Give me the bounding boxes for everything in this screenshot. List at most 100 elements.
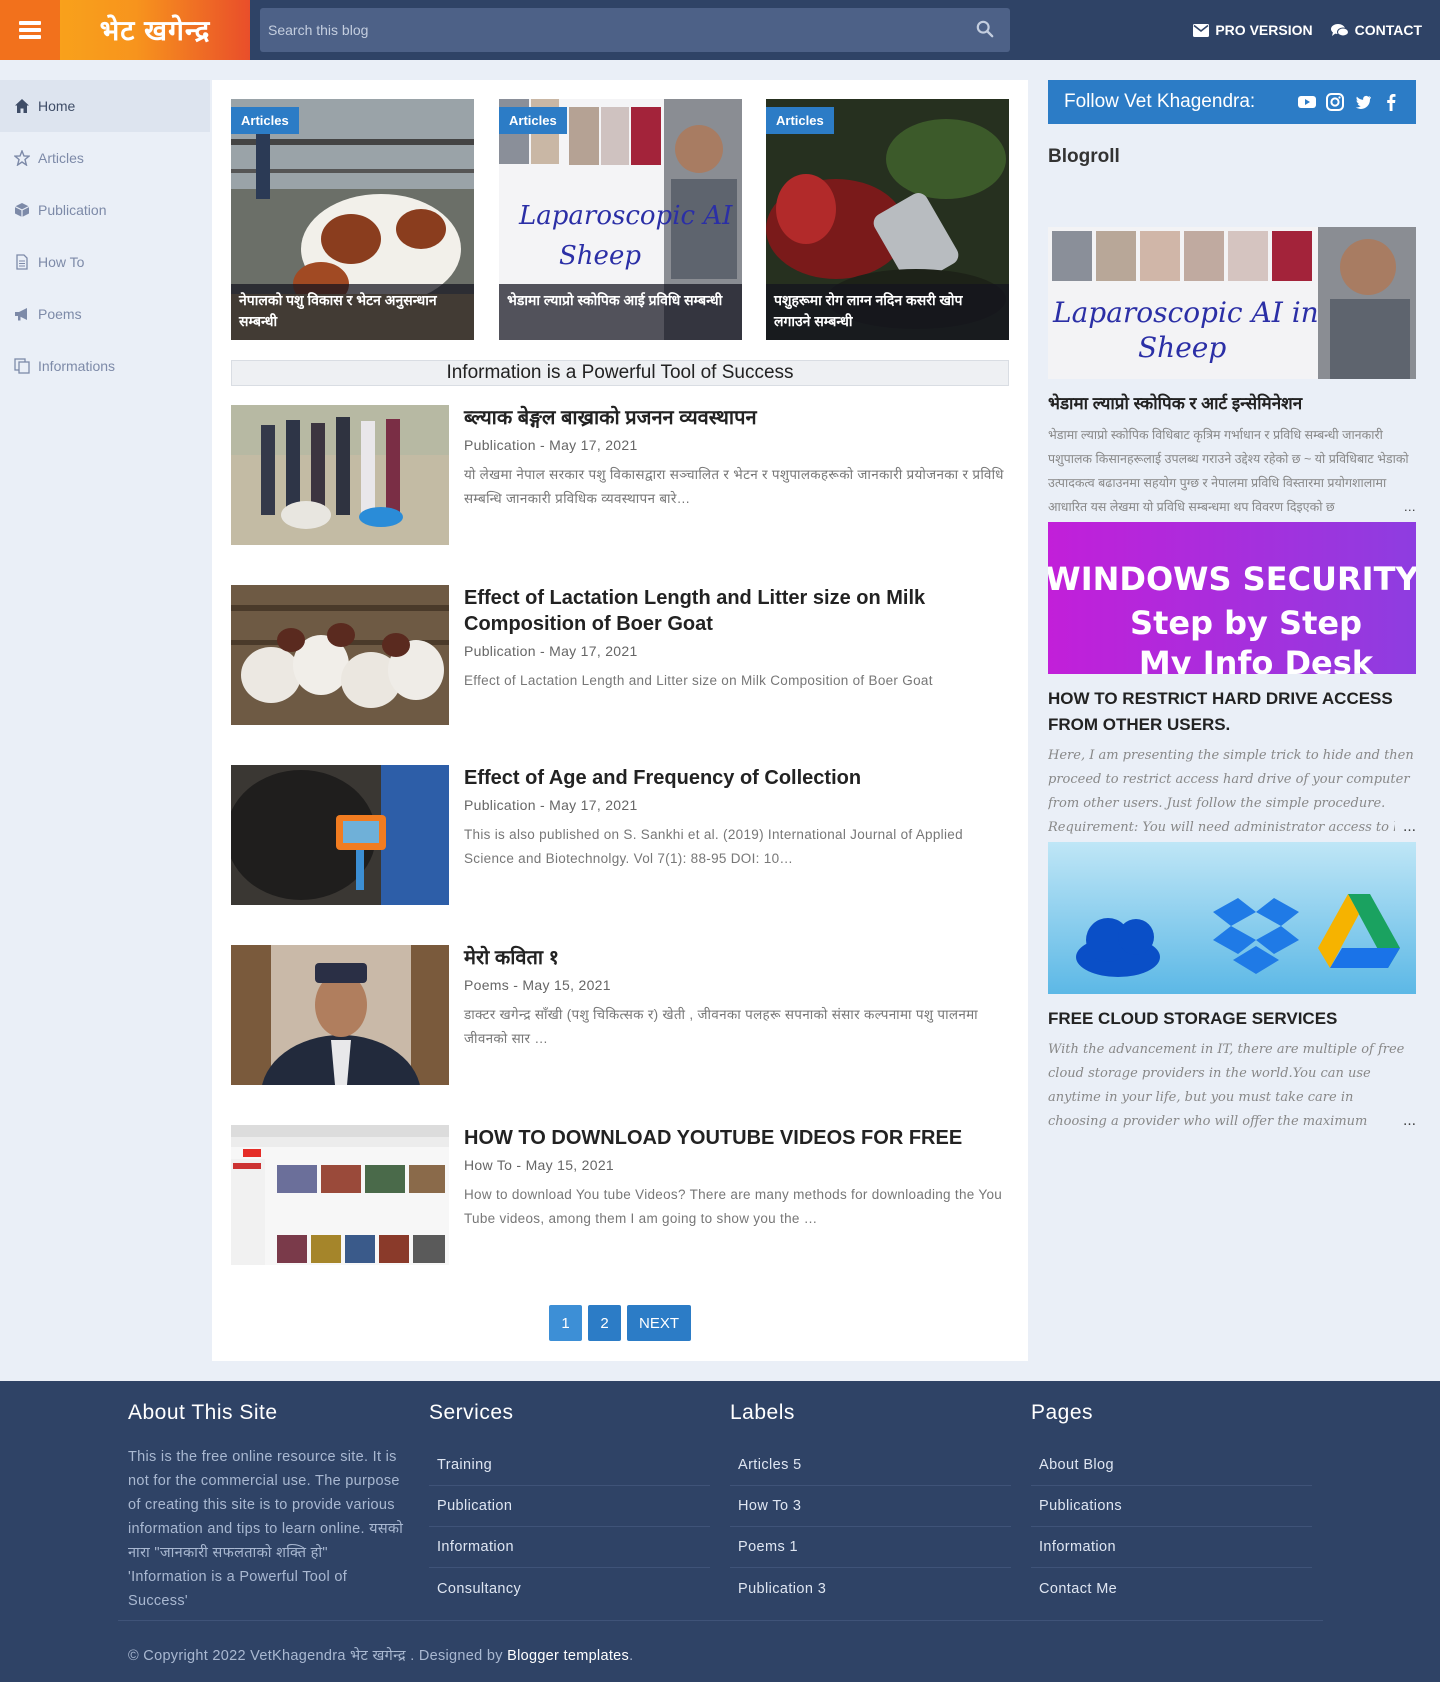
youtube-screenshot-image: [231, 1125, 449, 1265]
footer-link[interactable]: Publication: [429, 1486, 710, 1527]
post-item: Effect of Age and Frequency of Collectio…: [231, 765, 1009, 905]
footer-label-link[interactable]: Publication 3: [730, 1568, 1011, 1609]
sidebar-item-label: Publication: [38, 202, 107, 218]
category-tag[interactable]: Articles: [231, 107, 299, 134]
category-tag[interactable]: Articles: [766, 107, 834, 134]
footer-page-link[interactable]: Contact Me: [1031, 1568, 1312, 1609]
pro-version-link[interactable]: PRO VERSION: [1193, 22, 1313, 38]
sidebar-item-label: How To: [38, 254, 85, 270]
post-meta: Publication - May 17, 2021: [464, 797, 638, 813]
contact-label: CONTACT: [1354, 22, 1422, 38]
post-meta: Publication - May 17, 2021: [464, 437, 638, 453]
sidebar-item-poems[interactable]: Poems: [0, 288, 210, 340]
post-item: Effect of Lactation Length and Litter si…: [231, 585, 1009, 725]
main-content: Articles नेपालको पशु विकास र भेटन अनुसन्…: [212, 80, 1028, 1361]
blogger-templates-link[interactable]: Blogger templates: [507, 1648, 629, 1664]
blogroll-post-snippet: Here, I am presenting the simple trick t…: [1048, 744, 1416, 840]
sidebar-item-label: Articles: [38, 150, 84, 166]
sidebar-item-informations[interactable]: Informations: [0, 340, 210, 392]
site-logo[interactable]: भेट खगेन्द्र: [60, 0, 250, 60]
footer-link[interactable]: Consultancy: [429, 1568, 710, 1609]
blogroll-thumbnail[interactable]: Laparoscopic AI in Sheep: [1048, 227, 1416, 379]
sidebar-item-home[interactable]: Home: [0, 80, 210, 132]
read-more-ellipsis[interactable]: …: [1395, 495, 1416, 519]
contact-link[interactable]: CONTACT: [1330, 22, 1422, 38]
post-thumbnail[interactable]: [231, 945, 449, 1085]
read-more-ellipsis[interactable]: …: [1395, 1110, 1416, 1134]
post-body: मेरो कविता १ Poems - May 15, 2021 डाक्टर…: [464, 945, 1009, 1051]
footer-link[interactable]: Information: [429, 1527, 710, 1568]
post-meta: How To - May 15, 2021: [464, 1157, 615, 1173]
category-tag[interactable]: Articles: [499, 107, 567, 134]
search-icon[interactable]: [976, 20, 994, 38]
footer-page-link[interactable]: Publications: [1031, 1486, 1312, 1527]
facebook-icon[interactable]: [1382, 93, 1400, 111]
search-input[interactable]: [260, 8, 950, 52]
banner-line-2: Step by Step: [1130, 604, 1362, 642]
snippet-text: With the advancement in IT, there are mu…: [1048, 1042, 1405, 1129]
post-item: मेरो कविता १ Poems - May 15, 2021 डाक्टर…: [231, 945, 1009, 1085]
page-2-button[interactable]: 2: [587, 1305, 621, 1341]
featured-caption[interactable]: भेडामा ल्याप्रो स्कोपिक आई प्रविधि सम्बन…: [499, 284, 742, 340]
blogroll-thumbnail[interactable]: WINDOWS SECURITY Step by Step My Info De…: [1048, 522, 1416, 674]
sidebar-item-how-to[interactable]: How To: [0, 236, 210, 288]
snippet-text: भेडामा ल्याप्रो स्कोपिक विधिबाट कृत्रिम …: [1048, 428, 1409, 514]
featured-slider: Articles नेपालको पशु विकास र भेटन अनुसन्…: [231, 99, 1009, 340]
sidebar-item-publication[interactable]: Publication: [0, 184, 210, 236]
laparoscopic-banner-image: Laparoscopic AI in Sheep: [1048, 227, 1416, 379]
footer-services: Services Training Publication Informatio…: [429, 1401, 710, 1609]
footer-about-text: This is the free online resource site. I…: [128, 1449, 404, 1609]
page-1-button[interactable]: 1: [548, 1305, 582, 1341]
post-body: Effect of Lactation Length and Litter si…: [464, 585, 1009, 693]
post-title[interactable]: Effect of Lactation Length and Litter si…: [464, 585, 1009, 637]
twitter-icon[interactable]: [1354, 93, 1372, 111]
post-title[interactable]: HOW TO DOWNLOAD YOUTUBE VIDEOS FOR FREE: [464, 1125, 1009, 1151]
blogroll-post-title[interactable]: FREE CLOUD STORAGE SERVICES: [1048, 1006, 1416, 1032]
footer-label-link[interactable]: Articles 5: [730, 1445, 1011, 1486]
footer-page-link[interactable]: Information: [1031, 1527, 1312, 1568]
blogroll-post-title[interactable]: HOW TO RESTRICT HARD DRIVE ACCESS FROM O…: [1048, 686, 1416, 738]
copy-icon: [14, 358, 30, 374]
menu-toggle-button[interactable]: [0, 0, 60, 60]
post-meta: Publication - May 17, 2021: [464, 643, 638, 659]
post-thumbnail[interactable]: [231, 1125, 449, 1265]
footer-label-link[interactable]: How To 3: [730, 1486, 1011, 1527]
featured-card[interactable]: Laparoscopic AI in Sheep Articles भेडामा…: [499, 99, 742, 340]
site-tagline: Information is a Powerful Tool of Succes…: [231, 360, 1009, 386]
post-title[interactable]: मेरो कविता १: [464, 945, 1009, 971]
footer-about-title: About This Site: [128, 1401, 278, 1424]
post-thumbnail[interactable]: [231, 405, 449, 545]
footer-page-link[interactable]: About Blog: [1031, 1445, 1312, 1486]
footer-about: About This Site This is the free online …: [128, 1401, 409, 1613]
featured-card[interactable]: Articles पशुहरूमा रोग लाग्न नदिन कसरी खो…: [766, 99, 1009, 340]
post-meta: Poems - May 15, 2021: [464, 977, 611, 993]
post-thumbnail[interactable]: [231, 765, 449, 905]
next-page-button[interactable]: NEXT: [626, 1305, 691, 1341]
footer-labels: Labels Articles 5 How To 3 Poems 1 Publi…: [730, 1401, 1011, 1609]
post-thumbnail[interactable]: [231, 585, 449, 725]
sidebar-item-articles[interactable]: Articles: [0, 132, 210, 184]
sidebar-item-label: Home: [38, 98, 76, 114]
footer-divider: [118, 1620, 1323, 1621]
read-more-ellipsis[interactable]: …: [1395, 816, 1416, 840]
featured-caption[interactable]: नेपालको पशु विकास र भेटन अनुसन्धान सम्बन…: [231, 284, 474, 340]
youtube-icon[interactable]: [1298, 93, 1316, 111]
post-item: ब्ल्याक बेङ्गल बाख्राको प्रजनन व्यवस्थाप…: [231, 405, 1009, 545]
goat-group-image: [231, 405, 449, 545]
post-title[interactable]: ब्ल्याक बेङ्गल बाख्राको प्रजनन व्यवस्थाप…: [464, 405, 1009, 431]
envelope-icon: [1193, 23, 1210, 37]
follow-title: Follow Vet Khagendra:: [1064, 91, 1256, 112]
post-body: HOW TO DOWNLOAD YOUTUBE VIDEOS FOR FREE …: [464, 1125, 1009, 1231]
footer-link[interactable]: Training: [429, 1445, 710, 1486]
post-excerpt: Effect of Lactation Length and Litter si…: [464, 673, 933, 688]
blogroll-thumbnail[interactable]: [1048, 842, 1416, 994]
featured-card[interactable]: Articles नेपालको पशु विकास र भेटन अनुसन्…: [231, 99, 474, 340]
document-icon: [16, 254, 28, 270]
blogroll-post-title[interactable]: भेडामा ल्याप्रो स्कोपिक र आर्ट इन्सेमिने…: [1048, 391, 1416, 417]
right-sidebar: Follow Vet Khagendra: Blogroll Laparosco…: [1048, 80, 1416, 1134]
ultrasound-image: [231, 765, 449, 905]
post-title[interactable]: Effect of Age and Frequency of Collectio…: [464, 765, 1009, 791]
footer-label-link[interactable]: Poems 1: [730, 1527, 1011, 1568]
featured-caption[interactable]: पशुहरूमा रोग लाग्न नदिन कसरी खोप लगाउने …: [766, 284, 1009, 340]
instagram-icon[interactable]: [1326, 93, 1344, 111]
